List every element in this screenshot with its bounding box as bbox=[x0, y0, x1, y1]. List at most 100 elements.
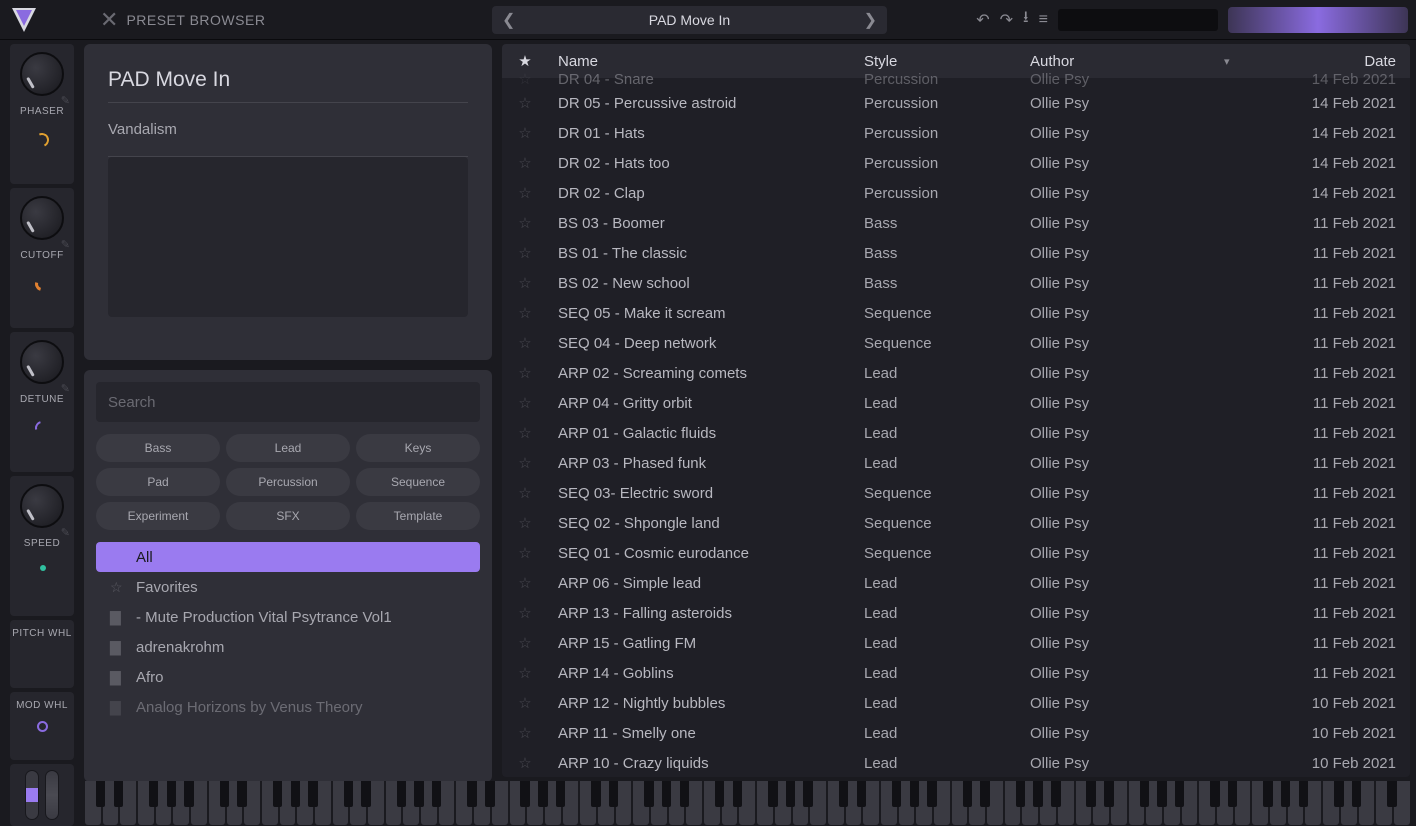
favorite-star-icon[interactable]: ☆ bbox=[502, 244, 548, 262]
table-row[interactable]: ☆ARP 02 - Screaming cometsLeadOllie Psy1… bbox=[502, 358, 1410, 388]
white-key[interactable] bbox=[757, 781, 773, 825]
table-row[interactable]: ☆ARP 01 - Galactic fluidsLeadOllie Psy11… bbox=[502, 418, 1410, 448]
header-name[interactable]: Name bbox=[548, 53, 854, 70]
white-key[interactable] bbox=[881, 781, 897, 825]
black-key[interactable] bbox=[1175, 781, 1184, 807]
table-row[interactable]: ☆SEQ 03- Electric swordSequenceOllie Psy… bbox=[502, 478, 1410, 508]
category-keys[interactable]: Keys bbox=[356, 434, 480, 462]
current-preset-name[interactable]: PAD Move In bbox=[649, 12, 730, 28]
white-key[interactable] bbox=[262, 781, 278, 825]
black-key[interactable] bbox=[1016, 781, 1025, 807]
category-bass[interactable]: Bass bbox=[96, 434, 220, 462]
black-key[interactable] bbox=[556, 781, 565, 807]
black-key[interactable] bbox=[1104, 781, 1113, 807]
white-key[interactable] bbox=[156, 781, 172, 825]
favorite-star-icon[interactable]: ☆ bbox=[502, 70, 548, 88]
table-row[interactable]: ☆ARP 15 - Gatling FMLeadOllie Psy11 Feb … bbox=[502, 628, 1410, 658]
pencil-icon[interactable]: ✎ bbox=[61, 526, 70, 539]
folder-item[interactable]: ▇ Analog Horizons by Venus Theory bbox=[96, 692, 480, 722]
next-preset-icon[interactable]: ❯ bbox=[864, 10, 877, 30]
folder-favorites[interactable]: ☆ Favorites bbox=[96, 572, 480, 602]
favorite-star-icon[interactable]: ☆ bbox=[502, 94, 548, 112]
folder-item[interactable]: ▇ adrenakrohm bbox=[96, 632, 480, 662]
favorite-star-icon[interactable]: ☆ bbox=[502, 544, 548, 562]
brand-badge[interactable] bbox=[1228, 7, 1408, 33]
white-key[interactable] bbox=[1235, 781, 1251, 825]
white-key[interactable] bbox=[1323, 781, 1339, 825]
table-row[interactable]: ☆ARP 14 - GoblinsLeadOllie Psy11 Feb 202… bbox=[502, 658, 1410, 688]
table-row[interactable]: ☆SEQ 05 - Make it screamSequenceOllie Ps… bbox=[502, 298, 1410, 328]
white-key[interactable] bbox=[85, 781, 101, 825]
black-key[interactable] bbox=[910, 781, 919, 807]
favorite-star-icon[interactable]: ☆ bbox=[502, 364, 548, 382]
folder-all[interactable]: All bbox=[96, 542, 480, 572]
table-row[interactable]: ☆ARP 13 - Falling asteroidsLeadOllie Psy… bbox=[502, 598, 1410, 628]
favorite-star-icon[interactable]: ☆ bbox=[502, 154, 548, 172]
pencil-icon[interactable]: ✎ bbox=[61, 382, 70, 395]
white-key[interactable] bbox=[669, 781, 685, 825]
black-key[interactable] bbox=[237, 781, 246, 807]
black-key[interactable] bbox=[1086, 781, 1095, 807]
black-key[interactable] bbox=[1334, 781, 1343, 807]
close-icon[interactable]: ✕ bbox=[100, 7, 118, 33]
black-key[interactable] bbox=[715, 781, 724, 807]
header-star-icon[interactable]: ★ bbox=[502, 52, 548, 70]
header-author[interactable]: Author bbox=[1020, 53, 1224, 70]
category-lead[interactable]: Lead bbox=[226, 434, 350, 462]
category-sequence[interactable]: Sequence bbox=[356, 468, 480, 496]
category-experiment[interactable]: Experiment bbox=[96, 502, 220, 530]
black-key[interactable] bbox=[291, 781, 300, 807]
preset-comment-box[interactable] bbox=[108, 157, 468, 317]
favorite-star-icon[interactable]: ☆ bbox=[502, 724, 548, 742]
header-date[interactable]: Date bbox=[1254, 53, 1410, 70]
black-key[interactable] bbox=[1228, 781, 1237, 807]
favorite-star-icon[interactable]: ☆ bbox=[502, 394, 548, 412]
table-row[interactable]: ☆ARP 04 - Gritty orbitLeadOllie Psy11 Fe… bbox=[502, 388, 1410, 418]
black-key[interactable] bbox=[609, 781, 618, 807]
black-key[interactable] bbox=[768, 781, 777, 807]
white-key[interactable] bbox=[1252, 781, 1268, 825]
favorite-star-icon[interactable]: ☆ bbox=[502, 454, 548, 472]
speed-knob[interactable] bbox=[20, 484, 64, 528]
undo-icon[interactable]: ↶ bbox=[976, 10, 989, 30]
favorite-star-icon[interactable]: ☆ bbox=[502, 304, 548, 322]
white-key[interactable] bbox=[722, 781, 738, 825]
macro-mod-indicator[interactable] bbox=[40, 565, 46, 571]
mod-wheel-indicator[interactable] bbox=[37, 721, 48, 732]
favorite-star-icon[interactable]: ☆ bbox=[502, 484, 548, 502]
category-sfx[interactable]: SFX bbox=[226, 502, 350, 530]
black-key[interactable] bbox=[927, 781, 936, 807]
black-key[interactable] bbox=[361, 781, 370, 807]
table-row[interactable]: ☆ARP 10 - Crazy liquidsLeadOllie Psy10 F… bbox=[502, 748, 1410, 777]
black-key[interactable] bbox=[538, 781, 547, 807]
prev-preset-icon[interactable]: ❮ bbox=[502, 10, 515, 30]
white-key[interactable] bbox=[1199, 781, 1215, 825]
favorite-star-icon[interactable]: ☆ bbox=[502, 514, 548, 532]
black-key[interactable] bbox=[1387, 781, 1396, 807]
black-key[interactable] bbox=[149, 781, 158, 807]
black-key[interactable] bbox=[520, 781, 529, 807]
menu-icon[interactable]: ≡ bbox=[1039, 11, 1048, 29]
black-key[interactable] bbox=[591, 781, 600, 807]
pitch-wheel[interactable] bbox=[25, 770, 39, 820]
white-key[interactable] bbox=[138, 781, 154, 825]
black-key[interactable] bbox=[220, 781, 229, 807]
white-key[interactable] bbox=[456, 781, 472, 825]
category-percussion[interactable]: Percussion bbox=[226, 468, 350, 496]
favorite-star-icon[interactable]: ☆ bbox=[502, 334, 548, 352]
black-key[interactable] bbox=[1140, 781, 1149, 807]
favorite-star-icon[interactable]: ☆ bbox=[502, 274, 548, 292]
white-key[interactable] bbox=[704, 781, 720, 825]
white-key[interactable] bbox=[439, 781, 455, 825]
black-key[interactable] bbox=[1352, 781, 1361, 807]
white-key[interactable] bbox=[828, 781, 844, 825]
favorite-star-icon[interactable]: ☆ bbox=[502, 604, 548, 622]
black-key[interactable] bbox=[414, 781, 423, 807]
save-icon[interactable]: ⭳ bbox=[1023, 6, 1029, 33]
redo-icon[interactable]: ↷ bbox=[1000, 10, 1013, 30]
black-key[interactable] bbox=[733, 781, 742, 807]
black-key[interactable] bbox=[839, 781, 848, 807]
black-key[interactable] bbox=[803, 781, 812, 807]
table-row[interactable]: ☆DR 02 - ClapPercussionOllie Psy14 Feb 2… bbox=[502, 178, 1410, 208]
black-key[interactable] bbox=[184, 781, 193, 807]
